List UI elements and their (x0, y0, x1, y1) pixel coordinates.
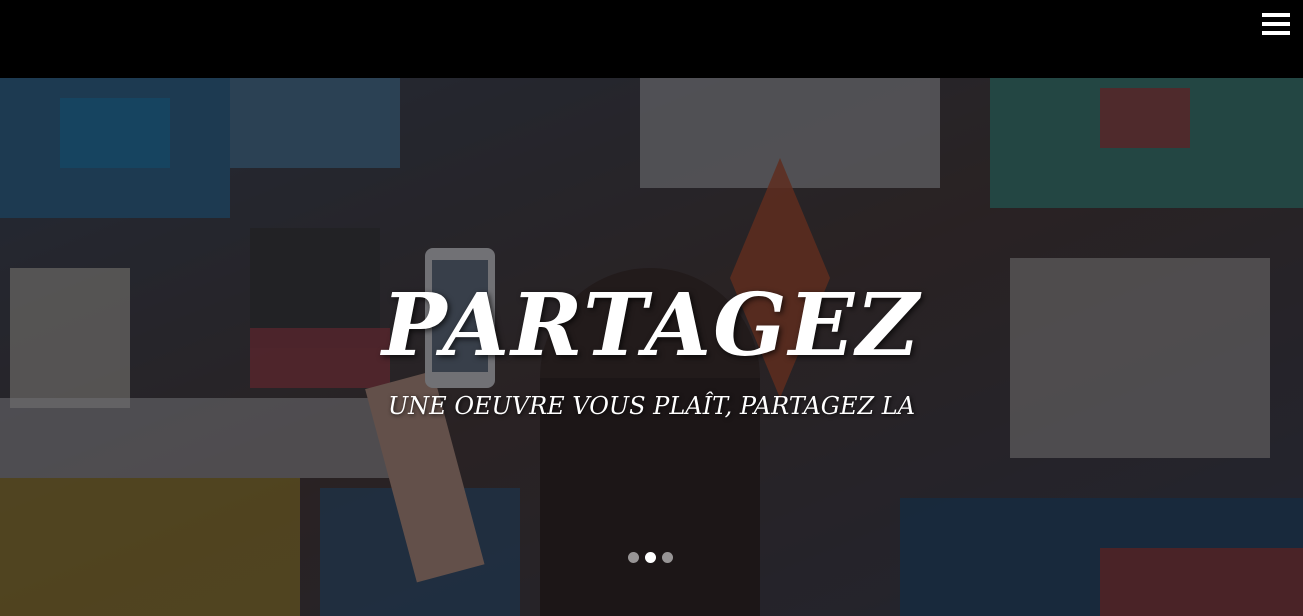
top-navbar (0, 0, 1303, 78)
slide-title: PARTAGEZ (382, 275, 921, 376)
carousel-dot-2[interactable] (645, 552, 656, 563)
carousel-indicators (628, 552, 673, 564)
slide-subtitle: UNE OEUVRE VOUS PLAÎT, PARTAGEZ LA (387, 392, 916, 420)
carousel-dot-3[interactable] (662, 552, 673, 563)
hamburger-menu-icon[interactable] (1262, 13, 1290, 35)
menu-line (1262, 22, 1290, 26)
hero-carousel: PARTAGEZ UNE OEUVRE VOUS PLAÎT, PARTAGEZ… (0, 78, 1303, 616)
carousel-dot-1[interactable] (628, 552, 639, 563)
menu-line (1262, 31, 1290, 35)
menu-line (1262, 13, 1290, 17)
